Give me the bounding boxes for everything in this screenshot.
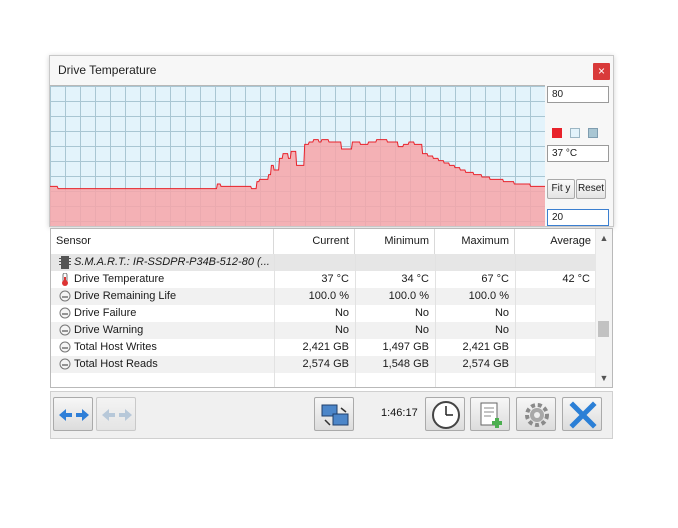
sensor-name: Total Host Reads [74, 358, 158, 370]
scroll-thumb[interactable] [598, 321, 609, 337]
column-divider [515, 254, 516, 387]
current-value: 2,421 GB [302, 341, 349, 353]
temperature-graph [50, 85, 546, 227]
graph-current-value: 37 °C [547, 145, 609, 162]
column-maximum[interactable]: Maximum [435, 229, 515, 254]
graph-max-input[interactable]: 80 [547, 86, 609, 103]
reset-button[interactable]: Reset [576, 179, 606, 199]
close-icon [569, 401, 597, 429]
current-value: No [334, 307, 349, 319]
close-button[interactable] [562, 397, 602, 431]
table-header: Sensor Current Minimum Maximum Average [51, 229, 596, 255]
average-value [515, 288, 596, 305]
column-divider [435, 254, 436, 387]
maximum-value: No [494, 307, 509, 319]
network-computers-icon [321, 404, 349, 426]
maximum-value: 2,574 GB [462, 358, 509, 370]
sensor-name: Drive Remaining Life [74, 290, 177, 302]
maximum-value: 100.0 % [468, 290, 509, 302]
average-value [515, 322, 596, 339]
average-value [515, 356, 596, 373]
current-value: 2,574 GB [302, 358, 349, 370]
sensor-name: Drive Warning [74, 324, 144, 336]
average-value [515, 339, 596, 356]
column-divider [355, 254, 356, 387]
temperature-graph-canvas [50, 86, 546, 226]
minimum-value: 1,548 GB [382, 358, 429, 370]
group-label: S.M.A.R.T.: IR-SSDPR-P34B-512-80 (... [74, 256, 270, 268]
column-minimum[interactable]: Minimum [355, 229, 435, 254]
minimum-value: No [414, 307, 429, 319]
table-scrollbar[interactable]: ▲ ▼ [595, 229, 612, 387]
average-value: 42 °C [562, 273, 590, 285]
scroll-down-icon[interactable]: ▼ [596, 371, 612, 385]
add-document-icon [480, 402, 502, 428]
average-value [515, 305, 596, 322]
line-color-swatch[interactable] [552, 128, 562, 138]
clock-button[interactable] [425, 397, 465, 431]
elapsed-time: 1:46:17 [381, 407, 418, 419]
network-button[interactable] [314, 397, 354, 431]
clock-icon [432, 401, 460, 429]
column-current[interactable]: Current [274, 229, 355, 254]
drive-temperature-graph-window: Drive Temperature × 80 37 °C Fit y Reset… [49, 55, 614, 227]
column-divider [274, 254, 275, 387]
minimum-value: No [414, 324, 429, 336]
bottom-toolbar: 1:46:17 [50, 391, 613, 439]
column-average[interactable]: Average [515, 229, 596, 254]
maximum-value: 67 °C [481, 273, 509, 285]
settings-button[interactable] [516, 397, 556, 431]
minimum-value: 34 °C [401, 273, 429, 285]
navigate-left-right-button[interactable] [53, 397, 93, 431]
grid-color-swatch[interactable] [588, 128, 598, 138]
sensor-name: Drive Failure [74, 307, 137, 319]
graph-title: Drive Temperature [58, 63, 157, 77]
double-arrow-icon [59, 409, 89, 421]
current-value: 37 °C [321, 273, 349, 285]
minimum-value: 100.0 % [388, 290, 429, 302]
maximum-value: 2,421 GB [462, 341, 509, 353]
maximum-value: No [494, 324, 509, 336]
graph-min-input[interactable]: 20 [547, 209, 609, 226]
minimum-value: 1,497 GB [382, 341, 429, 353]
sensor-name: Total Host Writes [74, 341, 157, 353]
scroll-up-icon[interactable]: ▲ [596, 231, 612, 245]
navigate-disabled-button[interactable] [96, 397, 136, 431]
background-color-swatch[interactable] [570, 128, 580, 138]
sensor-name: Drive Temperature [74, 273, 165, 285]
fit-y-button[interactable]: Fit y [547, 179, 575, 199]
close-graph-button[interactable]: × [593, 63, 610, 80]
column-sensor[interactable]: Sensor [51, 229, 274, 254]
current-value: 100.0 % [308, 290, 349, 302]
add-log-button[interactable] [470, 397, 510, 431]
double-arrow-icon [102, 409, 132, 421]
sensor-table: Sensor Current Minimum Maximum Average S… [50, 228, 613, 388]
gear-icon [525, 403, 549, 427]
current-value: No [334, 324, 349, 336]
